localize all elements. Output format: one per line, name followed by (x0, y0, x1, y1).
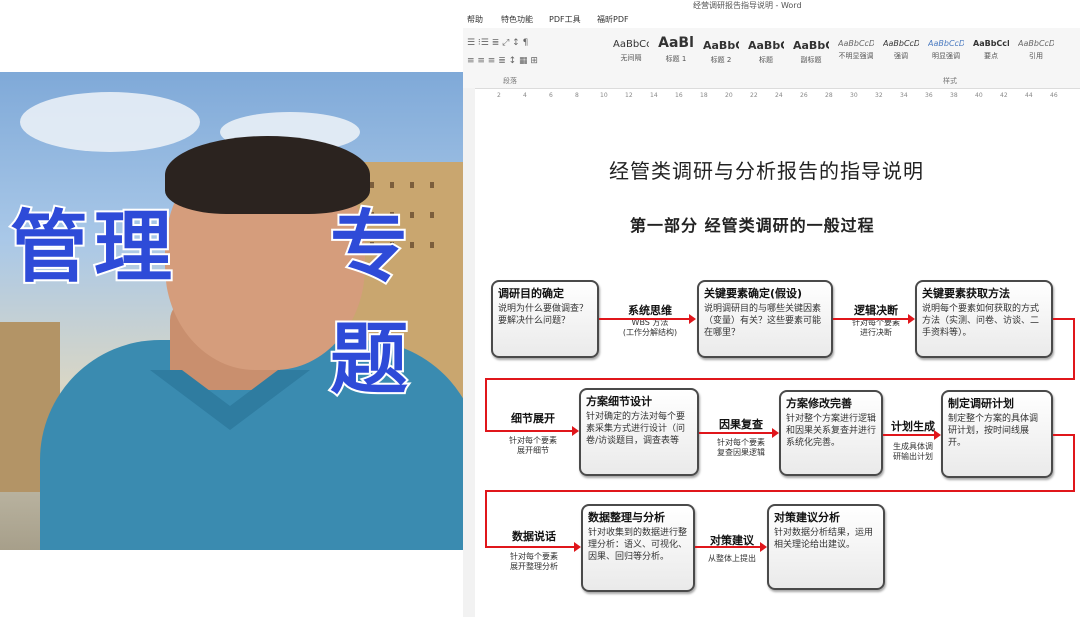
flow-arrow (695, 542, 767, 552)
document-subtitle[interactable]: 第一部分 经管类调研的一般过程 (630, 212, 875, 236)
ribbon: ☰ ⁝☰ ≣ ⤢ ↕ ¶ ≡ ≡ ≡ ≣ ↕ ▦ ⊞ AaBbCcDd无间隔 A… (463, 28, 1080, 89)
style-emphasis[interactable]: AaBbCcD 强调 (883, 33, 919, 67)
horizontal-ruler: 2 4 6 8 10 12 14 16 18 20 22 24 26 28 30 32 34 36 38 40 42 44… (497, 92, 1058, 99)
connector-countermeasures: 对策建议 从整体上提出 (708, 534, 756, 563)
menu-pdf-tools[interactable]: PDF工具 (549, 14, 581, 25)
styles-gallery: AaBbCcDd无间隔 AaBl标题 1 AaBbC标题 2 AaBbC标题 A… (613, 33, 1080, 69)
menu-bar: 帮助 特色功能 PDF工具 福昕PDF (463, 10, 1080, 28)
banner-text-left: 管理 (8, 201, 179, 295)
style-heading-2[interactable]: AaBbC标题 2 (703, 33, 739, 67)
paragraph-tools: ☰ ⁝☰ ≣ ⤢ ↕ ¶ ≡ ≡ ≡ ≣ ↕ ▦ ⊞ (467, 34, 607, 79)
style-subtitle[interactable]: AaBbC副标题 (793, 33, 829, 67)
flow-return-line (485, 378, 1075, 380)
style-strong[interactable]: AaBbCcD要点 (973, 33, 1009, 67)
flow-arrow (883, 430, 941, 440)
connector-logic-decision: 逻辑决断 针对每个要素 进行决断 (852, 304, 900, 337)
flow-arrow (599, 314, 696, 324)
style-intense-emphasis[interactable]: AaBbCcD 明显强调 (928, 33, 964, 67)
style-subtle-emphasis[interactable]: AaBbCcD 不明显强调 (838, 33, 874, 67)
flow-return-line (1053, 434, 1075, 436)
flow-arrow (485, 542, 581, 552)
flow-arrow (699, 428, 779, 438)
flow-box-research-plan: 制定调研计划 制定整个方案的具体调研计划，按时间线展开。 (941, 390, 1053, 478)
flow-return-line (485, 378, 487, 432)
style-heading-1[interactable]: AaBl 标题 1 (658, 33, 694, 67)
connector-detail-expansion: 细节展开 针对每个要素 展开细节 (509, 412, 557, 455)
flow-return-line (485, 490, 1075, 492)
flow-return-line (1073, 434, 1075, 492)
style-no-spacing[interactable]: AaBbCcDd无间隔 (613, 33, 649, 67)
cloud (20, 92, 200, 152)
flow-box-data-analysis: 数据整理与分析 针对收集到的数据进行整理分析：语义、可视化、因果、回归等分析。 (581, 504, 695, 592)
flow-box-recommendations: 对策建议分析 针对数据分析结果，运用相关理论给出建议。 (767, 504, 885, 590)
document-title[interactable]: 经管类调研与分析报告的指导说明 (609, 155, 924, 184)
connector-causal-review: 因果复查 针对每个要素 复查因果逻辑 (717, 418, 765, 457)
screen: 管理 专题 经营调研报告指导说明 - Word 帮助 特色功能 PDF工具 福昕… (0, 0, 1080, 617)
connector-data-speaks: 数据说话 针对每个要素 展开整理分析 (510, 530, 558, 571)
connector-system-thinking: 系统思维 WBS 方法 (工作分解结构) (622, 304, 678, 337)
flow-box-purpose: 调研目的确定 说明为什么要做调查？要解决什么问题？ (491, 280, 599, 358)
flow-return-line (1073, 318, 1075, 380)
connector-plan-generation: 计划生成 生成具体调 研输出计划 (891, 420, 935, 461)
align-icon[interactable]: ≡ ≡ ≡ ≣ ↕ ▦ ⊞ (467, 56, 538, 66)
word-window: 经营调研报告指导说明 - Word 帮助 特色功能 PDF工具 福昕PDF ☰ … (463, 0, 1080, 617)
webcam-bottom-blank (0, 550, 463, 617)
flow-box-detail-design: 方案细节设计 针对确定的方法对每个要素采集方式进行设计（问卷/访谈题目，调查表等 (579, 388, 699, 476)
banner-text-right: 专题 (328, 201, 410, 407)
process-flowchart: 调研目的确定 说明为什么要做调查？要解决什么问题？ 系统思维 WBS 方法 (工… (463, 270, 1080, 617)
flow-return-line (485, 490, 487, 548)
webcam-feed: 管理 专题 (0, 0, 463, 617)
flow-arrow (485, 426, 579, 436)
flow-box-plan-revision: 方案修改完善 针对整个方案进行逻辑和因果关系复查并进行系统化完善。 (779, 390, 883, 476)
flow-arrow (833, 314, 915, 324)
style-quote[interactable]: AaBbCcD 引用 (1018, 33, 1054, 67)
menu-features[interactable]: 特色功能 (501, 14, 533, 25)
flow-return-line (1053, 318, 1075, 320)
flow-box-acquisition-method: 关键要素获取方法 说明每个要素如何获取的方式方法（实测、问卷、访谈、二手资料等）… (915, 280, 1053, 358)
webcam-top-blank (0, 0, 463, 72)
list-icon[interactable]: ☰ ⁝☰ ≣ ⤢ ↕ ¶ (467, 38, 528, 48)
menu-help[interactable]: 帮助 (467, 14, 483, 25)
paragraph-group-label: 段落 (503, 77, 517, 85)
flow-box-key-factors: 关键要素确定(假设) 说明调研目的与哪些关键因素（变量）有关？这些要素可能在哪里… (697, 280, 833, 358)
style-title[interactable]: AaBbC标题 (748, 33, 784, 67)
styles-group-label: 样式 (943, 77, 957, 85)
menu-foxit-pdf[interactable]: 福昕PDF (597, 14, 629, 25)
